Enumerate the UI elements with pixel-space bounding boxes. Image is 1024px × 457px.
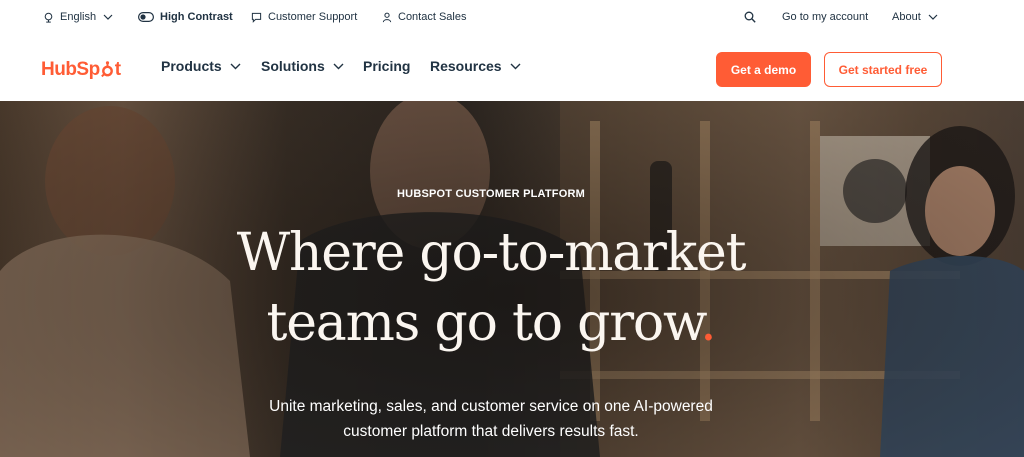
nav-solutions-label: Solutions — [261, 58, 325, 74]
hero-eyebrow: HUBSPOT CUSTOMER PLATFORM — [397, 188, 585, 200]
utility-bar: English High Contrast Customer Support C… — [0, 0, 1024, 34]
hero-section: HUBSPOT CUSTOMER PLATFORM Where go-to-ma… — [0, 101, 1024, 457]
nav-pricing-label: Pricing — [363, 58, 411, 74]
hero-headline-line2: teams go to grow. — [266, 293, 717, 353]
customer-support-label: Customer Support — [268, 11, 358, 23]
account-link[interactable]: Go to my account — [782, 9, 868, 25]
chevron-down-icon — [230, 63, 241, 69]
chevron-down-icon — [510, 63, 521, 69]
chat-icon — [251, 12, 262, 23]
customer-support-link[interactable]: Customer Support — [251, 9, 357, 25]
high-contrast-label: High Contrast — [160, 11, 233, 23]
language-label: English — [60, 11, 97, 23]
hero-subhead-line1: Unite marketing, sales, and customer ser… — [269, 398, 713, 415]
hero-headline-line1: Where go-to-market — [236, 223, 747, 283]
high-contrast-toggle[interactable]: High Contrast — [138, 9, 233, 25]
main-nav: HubSp t Products Solutions Pricing Resour… — [0, 34, 1024, 101]
globe-icon — [44, 12, 53, 23]
about-label: About — [892, 11, 921, 23]
get-demo-button[interactable]: Get a demo — [716, 52, 811, 87]
search-icon — [744, 11, 756, 23]
search-button[interactable] — [744, 9, 756, 25]
nav-products[interactable]: Products — [161, 58, 241, 74]
contact-sales-label: Contact Sales — [398, 11, 467, 23]
sprocket-icon — [100, 60, 113, 77]
nav-solutions[interactable]: Solutions — [261, 58, 344, 74]
hubspot-logo[interactable]: HubSp t — [41, 56, 121, 82]
chevron-down-icon — [103, 14, 113, 20]
headline-dot: . — [700, 293, 717, 353]
hero-subhead-line2: customer platform that delivers results … — [343, 423, 639, 440]
nav-resources[interactable]: Resources — [430, 58, 521, 74]
hero-headline: Where go-to-market teams go to grow. — [0, 218, 982, 358]
nav-pricing[interactable]: Pricing — [363, 58, 410, 74]
get-started-free-button[interactable]: Get started free — [824, 52, 942, 87]
hero-subhead: Unite marketing, sales, and customer ser… — [0, 394, 982, 444]
nav-resources-label: Resources — [430, 58, 502, 74]
language-selector[interactable]: English — [43, 9, 113, 25]
chevron-down-icon — [333, 63, 344, 69]
contact-sales-link[interactable]: Contact Sales — [382, 9, 466, 25]
account-label: Go to my account — [782, 11, 869, 23]
nav-products-label: Products — [161, 58, 222, 74]
toggle-icon — [138, 12, 154, 22]
logo-wordmark: HubSp t — [41, 58, 121, 80]
about-menu[interactable]: About — [892, 9, 938, 25]
person-icon — [382, 12, 392, 22]
chevron-down-icon — [928, 14, 938, 20]
